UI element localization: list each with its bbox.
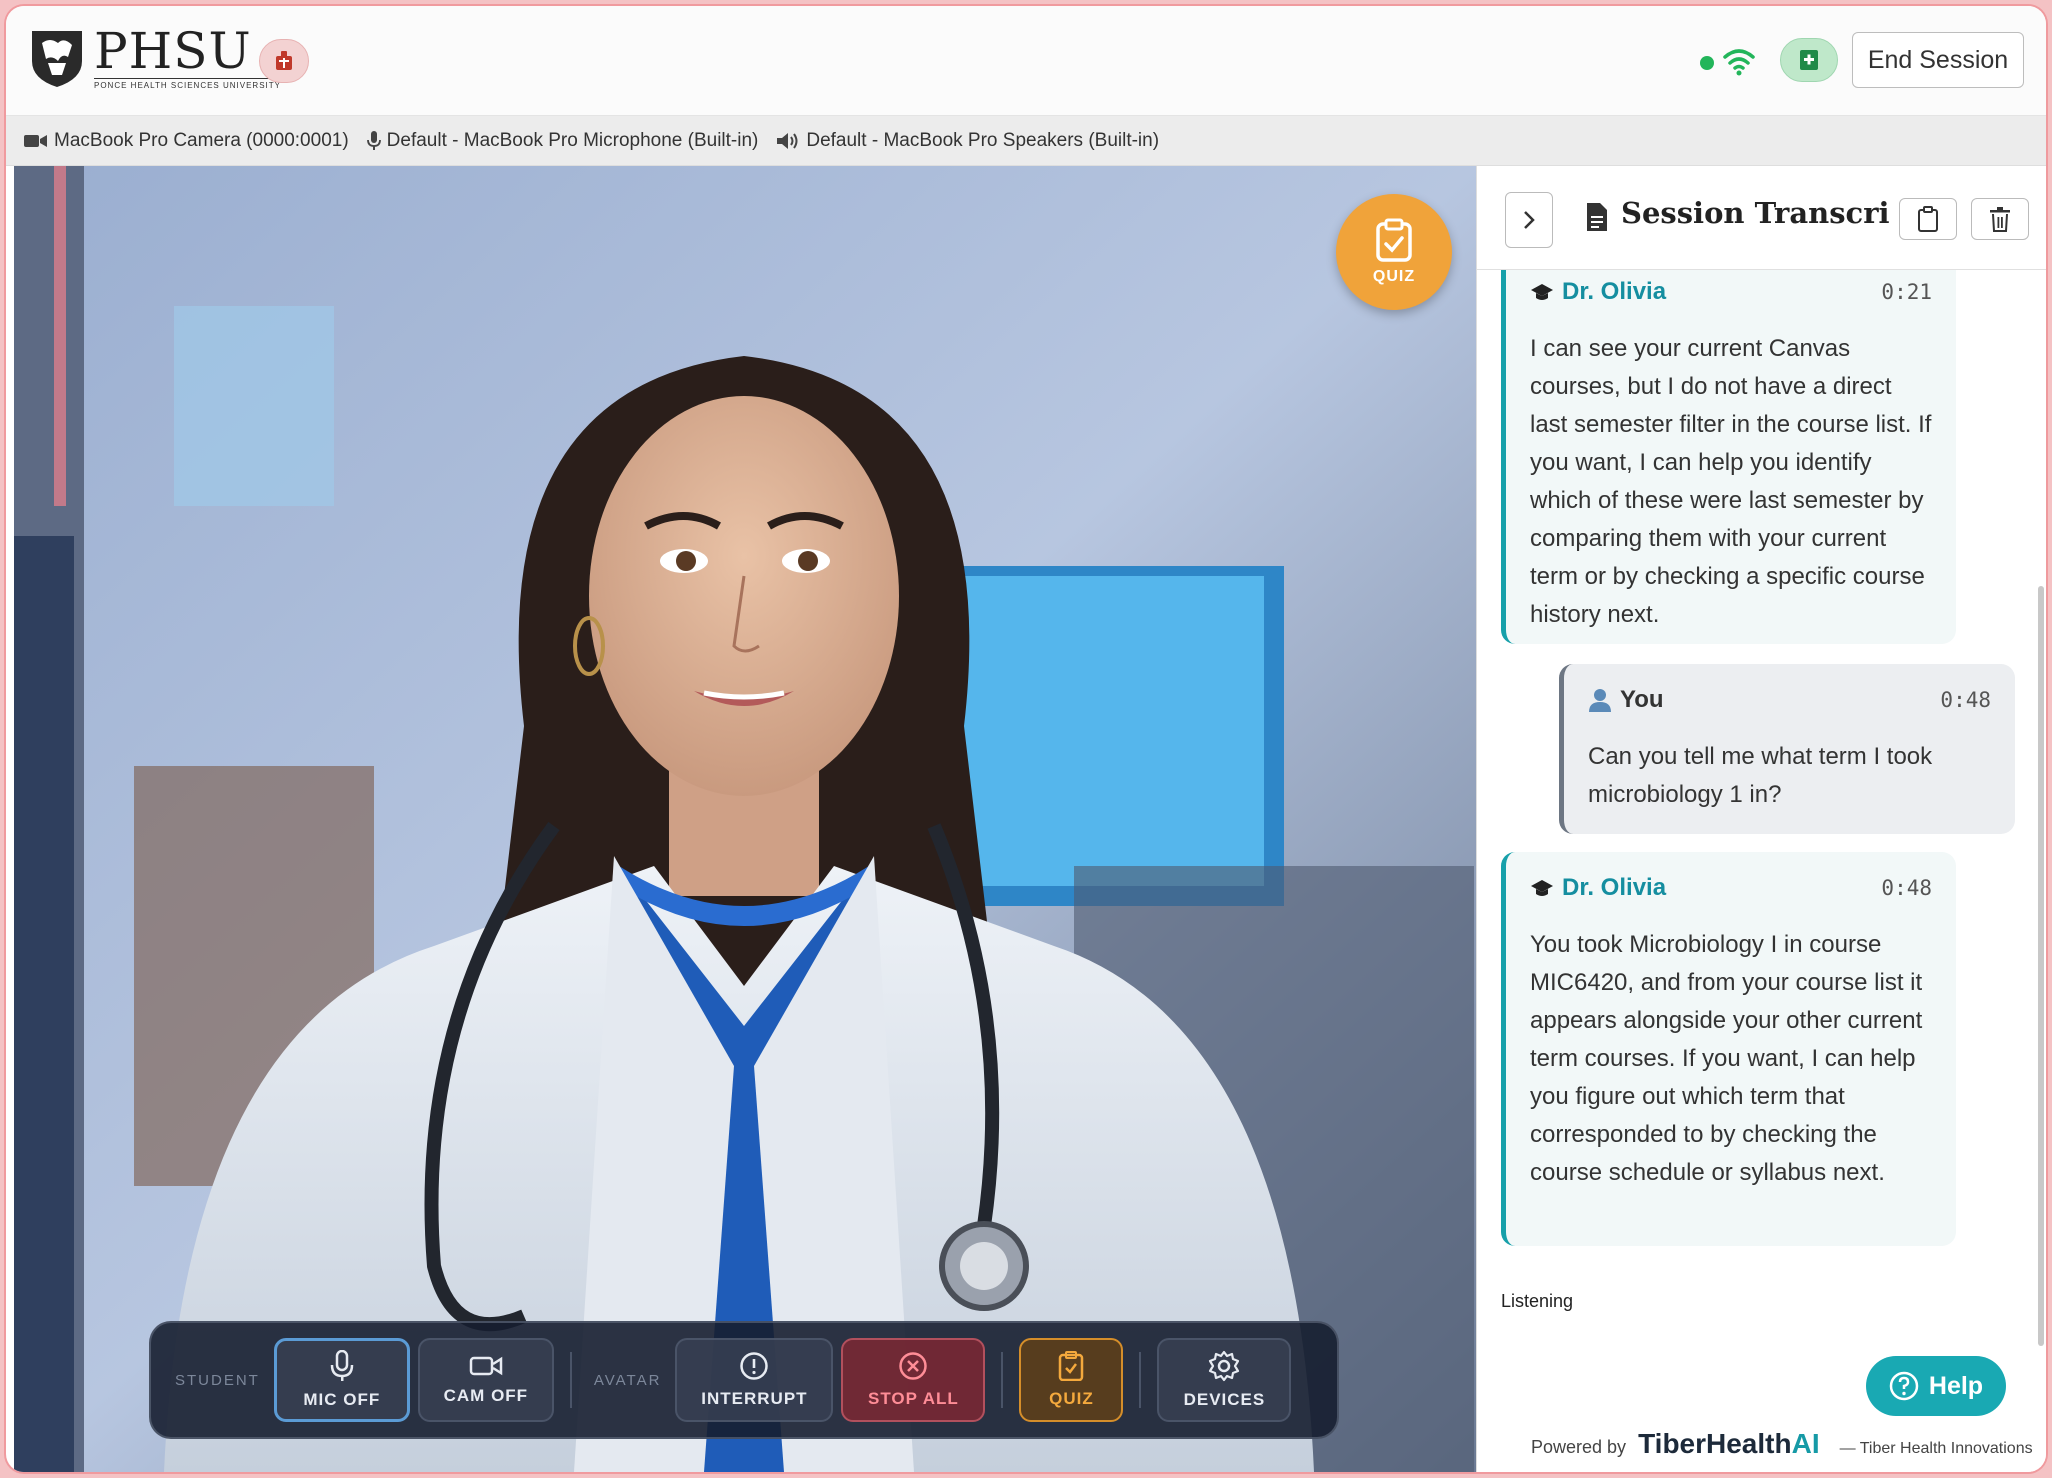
camera-device[interactable]: MacBook Pro Camera (0000:0001) (24, 130, 349, 152)
student-label: STUDENT (175, 1371, 260, 1389)
camera-toggle-button[interactable]: CAM OFF (417, 1338, 554, 1422)
control-divider (1001, 1352, 1004, 1408)
microphone-label: Default - MacBook Pro Microphone (Built-… (386, 129, 759, 151)
device-bar: MacBook Pro Camera (0000:0001) Default -… (6, 116, 2046, 166)
transcript-panel: Session Transcript Dr. Olivia 0:21 I can… (1476, 166, 2046, 1472)
quiz-button[interactable]: QUIZ (1019, 1338, 1124, 1422)
camera-icon (24, 134, 47, 147)
speaker-label: Default - MacBook Pro Speakers (Built-in… (806, 129, 1160, 151)
stop-all-button[interactable]: STOP ALL (841, 1338, 986, 1422)
graduation-cap-icon (1531, 880, 1553, 896)
clear-transcript-button[interactable] (1971, 198, 2029, 240)
speaker-name: Dr. Olivia (1562, 278, 1667, 305)
control-bar: STUDENT MIC OFF CAM OFF AVATAR INTERRUPT… (149, 1321, 1339, 1439)
message-speaker: Dr. Olivia (1530, 278, 1666, 306)
devices-button[interactable]: DEVICES (1157, 1338, 1292, 1422)
user-icon (1589, 689, 1611, 712)
clipboard-icon (1918, 206, 1938, 232)
brand-main: TiberHealth (1638, 1428, 1792, 1459)
control-divider (569, 1352, 572, 1408)
quiz-label: QUIZ (1049, 1389, 1094, 1408)
transcript-title: Session Transcript (1621, 196, 1889, 230)
message-user: You 0:48 Can you tell me what term I too… (1559, 664, 2015, 834)
logo-subtitle: PONCE HEALTH SCIENCES UNIVERSITY (94, 78, 281, 90)
control-divider (1139, 1352, 1142, 1408)
mic-icon (330, 1350, 354, 1381)
message-speaker: Dr. Olivia (1530, 874, 1666, 902)
message-time: 0:48 (1940, 688, 1991, 712)
brand-accent: AI (1791, 1428, 1820, 1459)
help-label: Help (1928, 1371, 1984, 1400)
help-button[interactable]: Help (1866, 1356, 2006, 1416)
message-text: I can see your current Canvas courses, b… (1530, 335, 1932, 628)
clipboard-check-icon (1059, 1351, 1084, 1381)
devices-label: DEVICES (1183, 1390, 1266, 1409)
trash-icon (1990, 207, 2010, 232)
listening-status: Listening (1501, 1291, 1574, 1311)
quiz-floating-button[interactable]: QUIZ (1336, 194, 1452, 310)
interrupt-button[interactable]: INTERRUPT (675, 1338, 834, 1422)
microphone-icon (366, 130, 381, 150)
message-assistant: Dr. Olivia 0:48 You took Microbiology I … (1501, 852, 1956, 1246)
wifi-icon (1723, 49, 1755, 76)
speaker-name: Dr. Olivia (1562, 874, 1667, 901)
cam-label: CAM OFF (443, 1386, 529, 1405)
medical-record-button[interactable] (1780, 38, 1838, 82)
message-text: You took Microbiology I in course MIC642… (1530, 931, 1923, 1186)
document-icon (1587, 203, 1607, 231)
medical-plus-icon (1800, 50, 1818, 70)
header: PHSU PONCE HEALTH SCIENCES UNIVERSITY En… (6, 6, 2046, 116)
phsu-logo: PHSU PONCE HEALTH SCIENCES UNIVERSITY (28, 26, 281, 90)
logo-title: PHSU (94, 22, 252, 80)
stop-all-label: STOP ALL (868, 1389, 959, 1408)
quiz-fab-label: QUIZ (1372, 268, 1416, 285)
brand-logo: TiberHealthAI (1638, 1428, 1820, 1460)
mic-toggle-button[interactable]: MIC OFF (273, 1338, 410, 1422)
connection-status-dot (1700, 56, 1714, 70)
alert-icon (276, 51, 292, 70)
collapse-panel-button[interactable] (1505, 192, 1553, 248)
transcript-header: Session Transcript (1477, 166, 2046, 270)
avatar-video: QUIZ STUDENT MIC OFF CAM OFF AVATAR INTE… (14, 166, 1476, 1472)
message-speaker: You (1588, 686, 1664, 714)
message-assistant: Dr. Olivia 0:21 I can see your current C… (1501, 270, 1956, 644)
message-text: Can you tell me what term I took microbi… (1588, 743, 1933, 808)
copy-transcript-button[interactable] (1899, 198, 1957, 240)
speaker-name: You (1620, 686, 1664, 713)
powered-by-label: Powered by (1531, 1437, 1627, 1457)
question-circle-icon (1889, 1371, 1919, 1401)
interrupt-label: INTERRUPT (701, 1389, 808, 1408)
message-time: 0:21 (1881, 280, 1932, 304)
message-time: 0:48 (1881, 876, 1932, 900)
transcript-scrollbar[interactable] (2038, 586, 2044, 1346)
speaker-icon (777, 132, 798, 149)
avatar-video-frame (14, 166, 1476, 1472)
clipboard-check-icon (1376, 218, 1412, 262)
chevron-right-icon (1524, 211, 1535, 229)
app-window: PHSU PONCE HEALTH SCIENCES UNIVERSITY En… (6, 6, 2046, 1472)
camera-label: MacBook Pro Camera (0000:0001) (54, 129, 349, 151)
end-session-button[interactable]: End Session (1852, 32, 2024, 88)
gear-icon (1209, 1350, 1240, 1382)
graduation-cap-icon (1531, 284, 1553, 300)
powered-by: Powered by TiberHealthAI — Tiber Health … (1531, 1428, 2033, 1460)
video-camera-icon (469, 1356, 503, 1376)
speaker-device[interactable]: Default - MacBook Pro Speakers (Built-in… (776, 130, 1159, 152)
avatar-label: AVATAR (593, 1371, 662, 1389)
mic-label: MIC OFF (303, 1390, 381, 1409)
x-circle-icon (899, 1352, 928, 1380)
company-name: — Tiber Health Innovations (1839, 1440, 2033, 1457)
shield-logo-icon (32, 31, 82, 87)
alert-button[interactable] (259, 39, 309, 83)
microphone-device[interactable]: Default - MacBook Pro Microphone (Built-… (366, 129, 759, 152)
exclamation-circle-icon (740, 1352, 769, 1380)
